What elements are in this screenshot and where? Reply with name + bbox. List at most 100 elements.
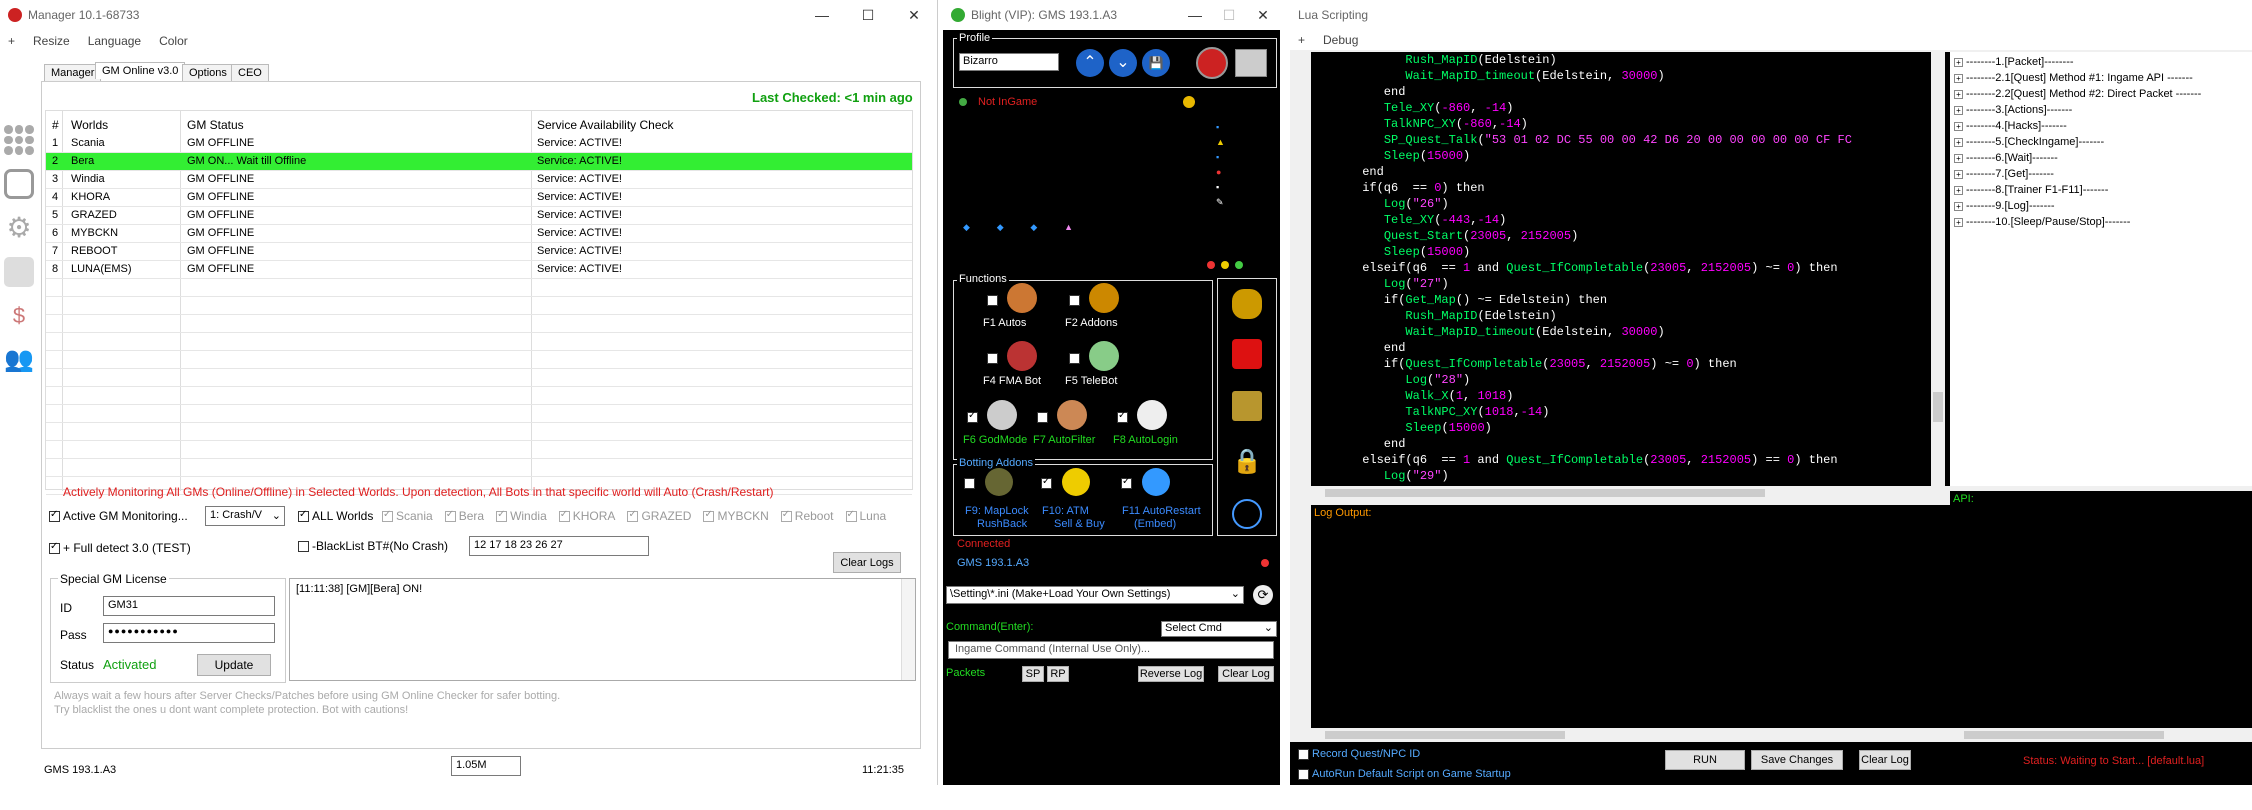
tree-item[interactable]: + --------5.[CheckIngame]------- <box>1954 134 2252 150</box>
expand-plus-icon[interactable]: + <box>1954 74 1963 83</box>
botting-checkbox[interactable] <box>1121 476 1132 489</box>
col-header-worlds[interactable]: Worlds <box>71 118 108 132</box>
world-checkbox[interactable]: MYBCKN <box>703 509 769 523</box>
table-row[interactable]: 1 Scania GM OFFLINE Service: ACTIVE! <box>46 134 912 152</box>
gm-log-box[interactable]: [11:11:38] [GM][Bera] ON! <box>289 578 916 681</box>
lua-titlebar[interactable]: Lua Scripting <box>1290 0 2252 30</box>
id-field[interactable]: GM31 <box>103 596 275 616</box>
code-editor[interactable]: Rush_MapID(Edelstein) Wait_MapID_timeout… <box>1311 52 1953 486</box>
settings-select[interactable]: \Setting\*.ini (Make+Load Your Own Setti… <box>946 586 1244 604</box>
reverse-log-button[interactable]: Reverse Log <box>1138 666 1204 682</box>
menu-plus[interactable]: + <box>1298 33 1305 47</box>
world-checkbox[interactable]: Bera <box>444 509 484 523</box>
close-icon[interactable]: ✕ <box>1246 7 1280 24</box>
expand-plus-icon[interactable]: + <box>1954 154 1963 163</box>
world-checkbox[interactable]: Reboot <box>780 509 834 523</box>
expand-plus-icon[interactable]: + <box>1954 106 1963 115</box>
tab-manager[interactable]: Manager <box>44 64 102 81</box>
character-icon[interactable] <box>1196 47 1228 79</box>
code-vscroll[interactable] <box>1931 52 1945 486</box>
submarine-icon[interactable] <box>1232 289 1262 319</box>
function-godmode-icon[interactable] <box>987 400 1017 430</box>
tree-item[interactable]: + --------9.[Log]------- <box>1954 198 2252 214</box>
world-checkbox[interactable]: Scania <box>382 509 433 523</box>
profile-select[interactable]: Bizarro <box>959 53 1059 71</box>
tree-item[interactable]: + --------6.[Wait]------- <box>1954 150 2252 166</box>
table-row[interactable]: 3 Windia GM OFFLINE Service: ACTIVE! <box>46 170 912 188</box>
menu-debug[interactable]: Debug <box>1323 33 1358 47</box>
world-checkbox[interactable]: GRAZED <box>627 509 691 523</box>
clear-logs-button[interactable]: Clear Logs <box>833 552 901 573</box>
function-checkbox[interactable] <box>1069 353 1080 364</box>
expand-plus-icon[interactable]: + <box>1954 170 1963 179</box>
function-autofilter-icon[interactable] <box>1057 400 1087 430</box>
save-disk-icon[interactable]: 💾 <box>1142 49 1170 77</box>
function-checkbox[interactable] <box>967 410 978 423</box>
run-button[interactable]: RUN <box>1665 750 1745 770</box>
minimize-icon[interactable]: — <box>799 7 845 24</box>
blight-titlebar[interactable]: Blight (VIP): GMS 193.1.A3 — ☐ ✕ <box>943 0 1280 30</box>
expand-plus-icon[interactable]: + <box>1954 186 1963 195</box>
table-row[interactable]: 4 KHORA GM OFFLINE Service: ACTIVE! <box>46 188 912 206</box>
col-header-service[interactable]: Service Availability Check <box>537 118 674 132</box>
expand-plus-icon[interactable]: + <box>1954 58 1963 67</box>
crash-mode-select[interactable]: 1: Crash/V ⌄ <box>205 506 285 526</box>
table-row[interactable]: 8 LUNA(EMS) GM OFFLINE Service: ACTIVE! <box>46 260 912 278</box>
square-frame-icon[interactable] <box>4 169 34 199</box>
function-checkbox[interactable] <box>987 295 998 306</box>
expand-plus-icon[interactable]: + <box>1954 122 1963 131</box>
up-arrow-icon[interactable]: ⌃ <box>1076 49 1104 77</box>
world-checkbox[interactable]: Windia <box>496 509 547 523</box>
function-autos-icon[interactable] <box>1007 283 1037 313</box>
lock-icon[interactable]: 🔒 <box>1232 447 1262 477</box>
settings-window-icon[interactable] <box>1235 49 1267 77</box>
save-changes-button[interactable]: Save Changes <box>1751 750 1843 770</box>
tab-gm-online[interactable]: GM Online v3.0 <box>95 62 186 79</box>
pass-field[interactable]: ●●●●●●●●●●● <box>103 623 275 643</box>
table-row[interactable]: 7 REBOOT GM OFFLINE Service: ACTIVE! <box>46 242 912 260</box>
world-checkbox[interactable]: Luna <box>845 509 886 523</box>
hexagon-icon[interactable] <box>1232 499 1262 529</box>
botting-addon-icon[interactable] <box>1142 468 1170 496</box>
lua-clear-log-button[interactable]: Clear Log <box>1859 750 1911 770</box>
api-hscroll-thumb[interactable] <box>1964 731 2164 739</box>
manager-titlebar[interactable]: Manager 10.1-68733 — ☐ ✕ <box>0 0 937 30</box>
sp-button[interactable]: SP <box>1022 666 1044 682</box>
menu-color[interactable]: Color <box>159 34 188 48</box>
close-icon[interactable]: ✕ <box>891 7 937 24</box>
function-autologin-icon[interactable] <box>1137 400 1167 430</box>
tree-item[interactable]: + --------3.[Actions]------- <box>1954 102 2252 118</box>
blacklist-checkbox[interactable]: -BlackList BT#(No Crash) <box>298 539 448 553</box>
tab-ceo[interactable]: CEO <box>231 64 269 81</box>
log-hscroll-thumb[interactable] <box>1325 731 1565 739</box>
botting-checkbox[interactable] <box>964 478 975 489</box>
money-bag-icon[interactable]: $ <box>4 301 34 331</box>
snippet-tree[interactable]: + --------1.[Packet]-------- + --------2.1[… <box>1950 52 2252 486</box>
tree-item[interactable]: + --------2.2[Quest] Method #2: Direct Pa… <box>1954 86 2252 102</box>
clear-log-button[interactable]: Clear Log <box>1218 666 1274 682</box>
tree-item[interactable]: + --------8.[Trainer F1-F11]------- <box>1954 182 2252 198</box>
tree-item[interactable]: + --------2.1[Quest] Method #1: Ingame AP… <box>1954 70 2252 86</box>
log-output[interactable]: Log Output: <box>1311 505 1952 731</box>
tree-item[interactable]: + --------4.[Hacks]------- <box>1954 118 2252 134</box>
menu-plus[interactable]: + <box>8 34 15 48</box>
record-quest-checkbox[interactable]: Record Quest/NPC ID <box>1298 748 1420 760</box>
function-checkbox[interactable] <box>1069 295 1080 306</box>
col-header-gm-status[interactable]: GM Status <box>187 118 244 132</box>
world-checkbox[interactable]: KHORA <box>558 509 615 523</box>
circles-grid-icon[interactable] <box>4 125 34 155</box>
select-cmd[interactable]: Select Cmd ⌄ <box>1161 621 1277 637</box>
api-hscroll[interactable] <box>1950 728 2252 742</box>
tab-options[interactable]: Options <box>182 64 234 81</box>
red-block-icon[interactable] <box>1232 339 1262 369</box>
botting-addon-icon[interactable] <box>1062 468 1090 496</box>
function-checkbox[interactable] <box>1117 410 1128 423</box>
rp-button[interactable]: RP <box>1047 666 1069 682</box>
botting-addon-icon[interactable] <box>985 468 1013 496</box>
menu-language[interactable]: Language <box>88 34 141 48</box>
code-vscroll-thumb[interactable] <box>1933 392 1943 422</box>
refresh-icon[interactable]: ⟳ <box>1253 585 1273 605</box>
map-scroll-icon[interactable] <box>1232 391 1262 421</box>
table-row[interactable]: 5 GRAZED GM OFFLINE Service: ACTIVE! <box>46 206 912 224</box>
tree-item[interactable]: + --------7.[Get]------- <box>1954 166 2252 182</box>
